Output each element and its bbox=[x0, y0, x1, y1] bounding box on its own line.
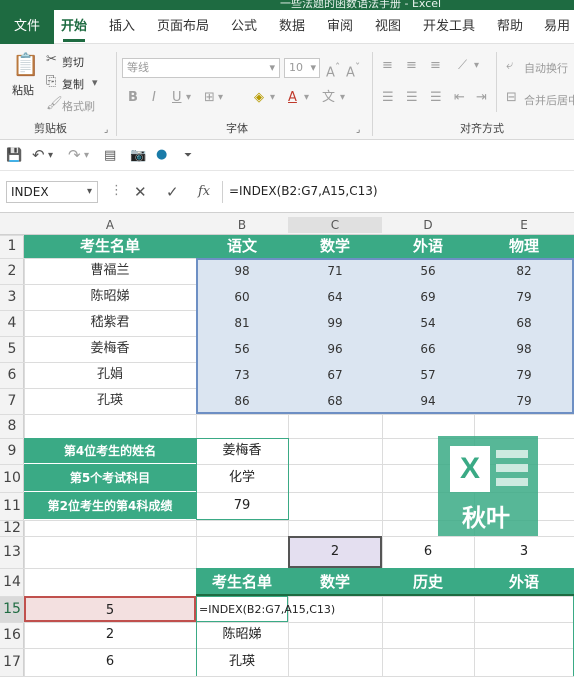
table1-header-cell[interactable]: 外语 bbox=[382, 235, 474, 258]
student-name-cell[interactable]: 嵇紫君 bbox=[24, 310, 196, 336]
student-name-cell[interactable]: 孔娟 bbox=[24, 362, 196, 388]
score-cell[interactable]: 79 bbox=[474, 362, 574, 388]
row-header-14[interactable]: 14 bbox=[0, 568, 24, 596]
row-index-cell[interactable]: 2 bbox=[24, 622, 196, 648]
row-header-6[interactable]: 6 bbox=[0, 362, 24, 388]
row-header-17[interactable]: 17 bbox=[0, 648, 24, 676]
score-cell[interactable]: 69 bbox=[382, 284, 474, 310]
logo-grid-bar bbox=[496, 478, 528, 486]
score-cell[interactable]: 60 bbox=[196, 284, 288, 310]
table2-header-cell[interactable]: 考生名单 bbox=[196, 568, 288, 596]
score-cell[interactable]: 79 bbox=[474, 284, 574, 310]
table2-header-cell[interactable]: 数学 bbox=[288, 568, 382, 596]
logo-text: 秋叶 bbox=[462, 504, 510, 532]
score-cell[interactable]: 68 bbox=[474, 310, 574, 336]
student-name-cell[interactable]: 曹福兰 bbox=[24, 258, 196, 284]
gridline-row bbox=[0, 414, 574, 415]
column-index-cell[interactable]: 2 bbox=[288, 536, 382, 568]
score-cell[interactable]: 71 bbox=[288, 258, 382, 284]
score-cell[interactable]: 57 bbox=[382, 362, 474, 388]
row-header-2[interactable]: 2 bbox=[0, 258, 24, 284]
table2-header-cell[interactable]: 历史 bbox=[382, 568, 474, 596]
row-header-1[interactable]: 1 bbox=[0, 235, 24, 258]
row-header-11[interactable]: 11 bbox=[0, 492, 24, 520]
score-cell[interactable]: 96 bbox=[288, 336, 382, 362]
lookup-label-cell[interactable]: 第4位考生的姓名 bbox=[24, 438, 196, 464]
score-cell[interactable]: 56 bbox=[196, 336, 288, 362]
table2-border bbox=[196, 596, 574, 676]
sheet-grid[interactable]: 1 2 3 4 5 6 7 8 9 10 11 12 13 14 15 16 17 考生名单 语文 数学 外语 物理 曹福兰… bbox=[0, 0, 574, 677]
row-header-16[interactable]: 16 bbox=[0, 622, 24, 648]
logo-letter: X bbox=[450, 446, 490, 492]
score-cell[interactable]: 98 bbox=[196, 258, 288, 284]
score-cell[interactable]: 66 bbox=[382, 336, 474, 362]
lookup-label-cell[interactable]: 第5个考试科目 bbox=[24, 464, 196, 492]
logo-grid-bar bbox=[496, 464, 528, 472]
column-index-cell[interactable]: 3 bbox=[474, 536, 574, 568]
score-cell[interactable]: 99 bbox=[288, 310, 382, 336]
row-header-4[interactable]: 4 bbox=[0, 310, 24, 336]
score-cell[interactable]: 98 bbox=[474, 336, 574, 362]
column-index-cell[interactable]: 6 bbox=[382, 536, 474, 568]
student-name-cell[interactable]: 陈昭娣 bbox=[24, 284, 196, 310]
row-header-7[interactable]: 7 bbox=[0, 388, 24, 414]
row-header-8[interactable]: 8 bbox=[0, 414, 24, 438]
student-name-cell[interactable]: 姜梅香 bbox=[24, 336, 196, 362]
row-index-cell[interactable]: 6 bbox=[24, 648, 196, 676]
row-header-3[interactable]: 3 bbox=[0, 284, 24, 310]
score-cell[interactable]: 56 bbox=[382, 258, 474, 284]
row-header-10[interactable]: 10 bbox=[0, 464, 24, 492]
logo-grid-bar bbox=[496, 450, 528, 458]
table1-header-cell[interactable]: 数学 bbox=[288, 235, 382, 258]
score-cell[interactable]: 68 bbox=[288, 388, 382, 414]
row-header-13[interactable]: 13 bbox=[0, 536, 24, 568]
row-header-5[interactable]: 5 bbox=[0, 336, 24, 362]
table1-header-cell[interactable]: 物理 bbox=[474, 235, 574, 258]
score-cell[interactable]: 54 bbox=[382, 310, 474, 336]
score-cell[interactable]: 82 bbox=[474, 258, 574, 284]
score-cell[interactable]: 67 bbox=[288, 362, 382, 388]
score-cell[interactable]: 94 bbox=[382, 388, 474, 414]
table2-header-cell[interactable]: 外语 bbox=[474, 568, 574, 596]
score-cell[interactable]: 73 bbox=[196, 362, 288, 388]
score-cell[interactable]: 64 bbox=[288, 284, 382, 310]
score-cell[interactable]: 86 bbox=[196, 388, 288, 414]
qiuye-logo: X 秋叶 bbox=[438, 436, 538, 536]
lookup-label-cell[interactable]: 第2位考生的第4科成绩 bbox=[24, 492, 196, 520]
row-header-12[interactable]: 12 bbox=[0, 520, 24, 536]
row-header-9[interactable]: 9 bbox=[0, 438, 24, 464]
table1-header-cell[interactable]: 语文 bbox=[196, 235, 288, 258]
table1-header-cell[interactable]: 考生名单 bbox=[24, 235, 196, 258]
row-index-cell[interactable]: 5 bbox=[24, 596, 196, 622]
row-header-15[interactable]: 15 bbox=[0, 596, 24, 622]
score-cell[interactable]: 81 bbox=[196, 310, 288, 336]
lookup-values-border bbox=[196, 438, 289, 520]
student-name-cell[interactable]: 孔瑛 bbox=[24, 388, 196, 414]
score-cell[interactable]: 79 bbox=[474, 388, 574, 414]
